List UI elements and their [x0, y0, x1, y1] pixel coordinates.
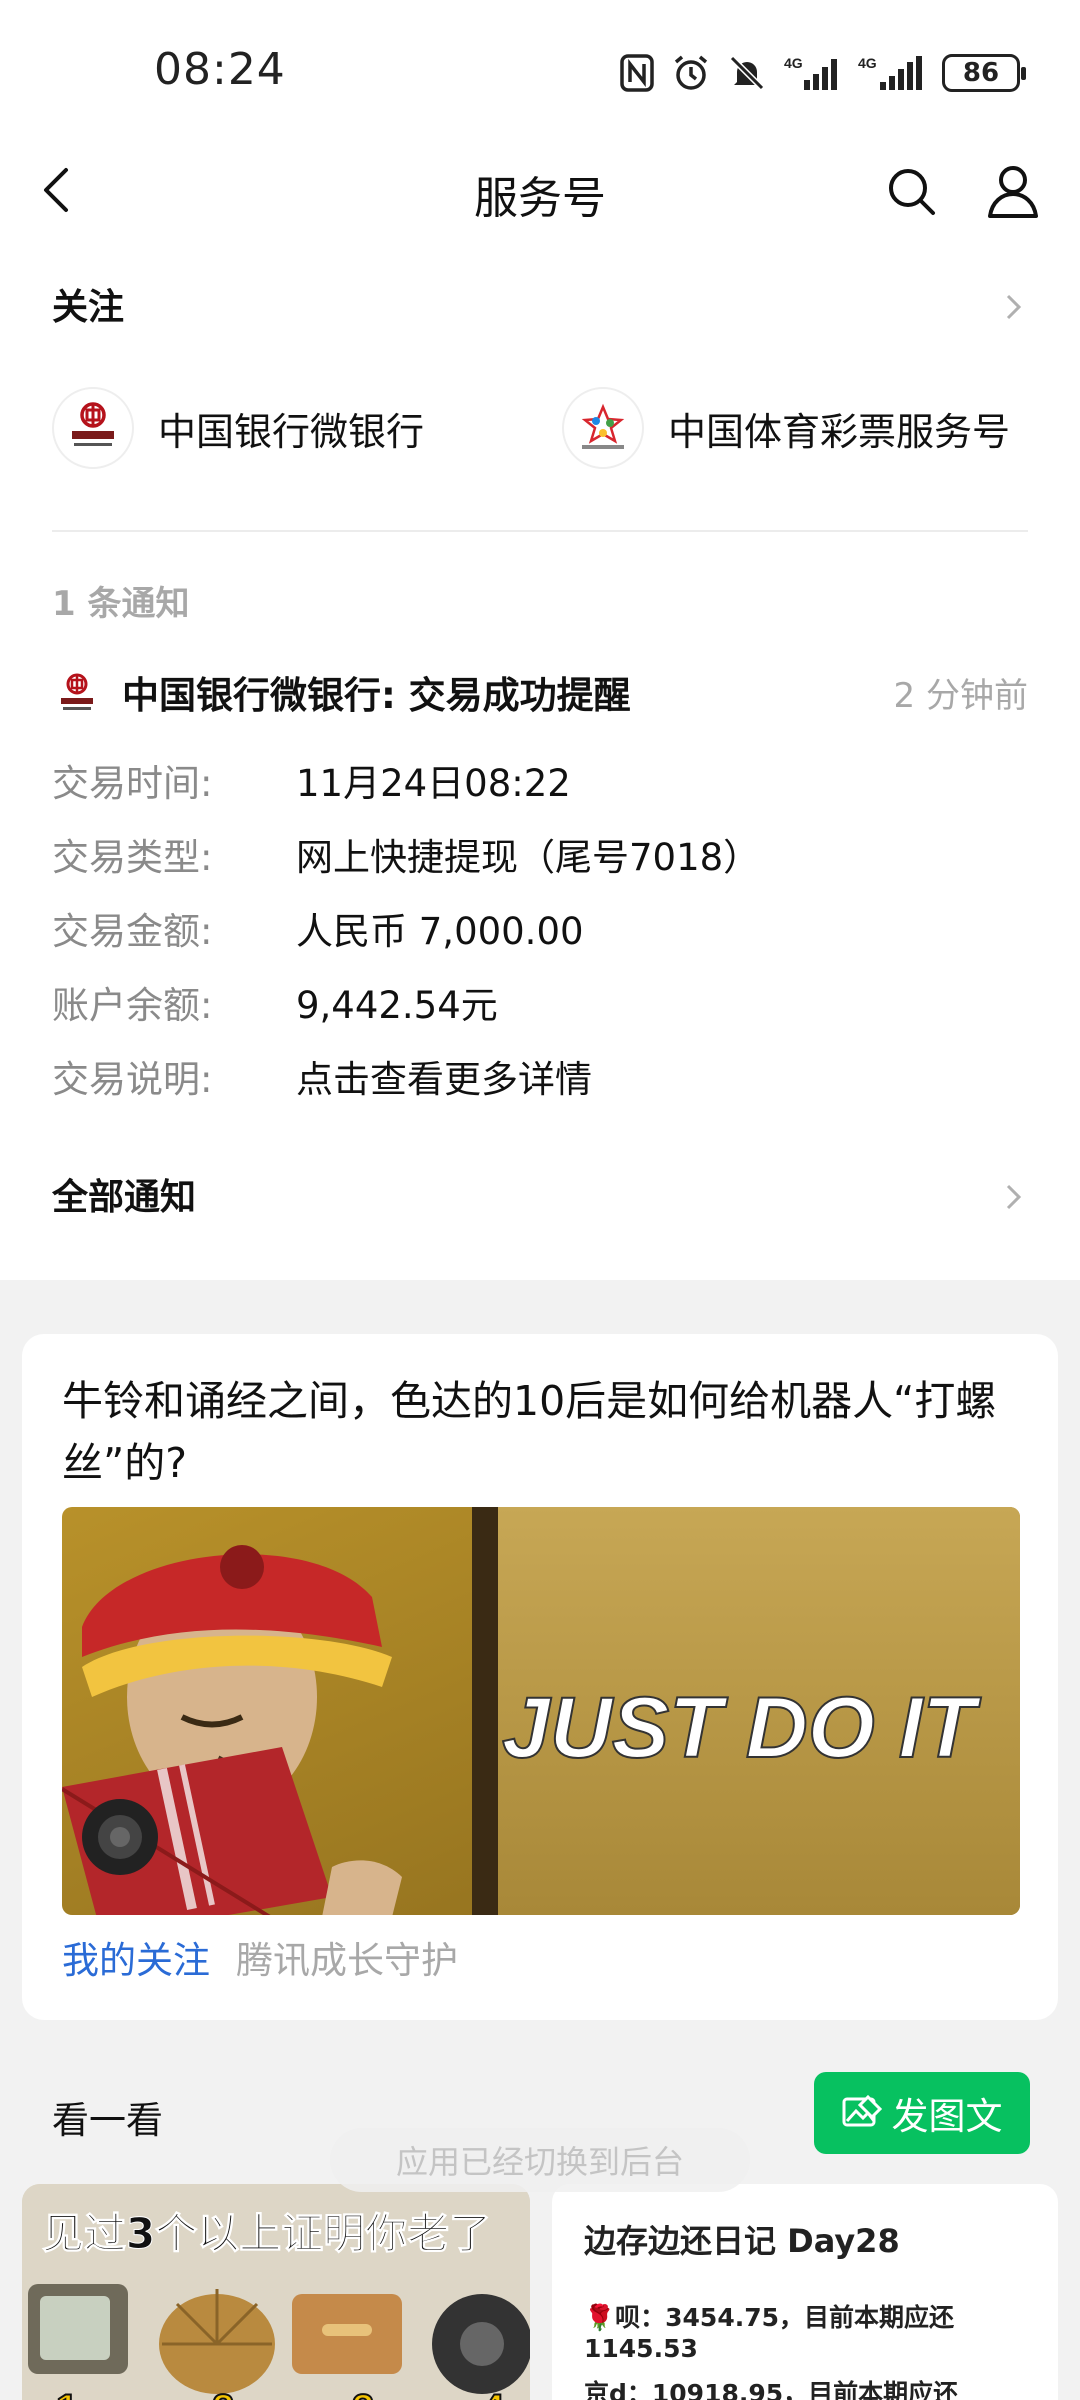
nav-bar: 服务号: [0, 140, 1080, 240]
image-post-icon: [842, 2095, 882, 2127]
status-bar: 08:24 4G 4G 86: [0, 0, 1080, 140]
field-label: 交易类型:: [52, 836, 213, 879]
diary-line: 1145.53: [584, 2334, 698, 2363]
alarm-icon: [674, 55, 708, 90]
my-follow-tag[interactable]: 我的关注: [62, 1930, 210, 1984]
status-time: 08:24: [154, 44, 286, 95]
post-button-label: 发图文: [891, 2095, 1003, 2138]
post-image-text-button[interactable]: 发图文: [814, 2072, 1030, 2154]
field-label: 账户余额:: [52, 984, 213, 1027]
thumb-number-3: 3: [352, 2387, 374, 2400]
diary-line: 🌹呗：3454.75，目前本期应还: [584, 2303, 954, 2332]
article-title[interactable]: 牛铃和诵经之间，色达的10后是如何给机器人“打螺丝”的?: [62, 1370, 1032, 1494]
article-image[interactable]: JUST DO IT: [62, 1507, 1020, 1915]
boc-logo-icon: [52, 667, 102, 717]
search-icon[interactable]: [884, 164, 938, 218]
divider: [52, 530, 1028, 532]
boc-logo-icon: [52, 387, 134, 469]
notice-title: 中国银行微银行: 交易成功提醒: [122, 674, 631, 717]
notice-field: 账户余额: 9,442.54元: [52, 972, 1028, 1032]
toast-message: 应用已经切换到后台: [330, 2128, 750, 2192]
diary-line: 京d：10918.95，目前本期应还: [584, 2379, 959, 2400]
lottery-logo-icon: [562, 387, 644, 469]
diary-title: 边存边还日记 Day28: [584, 2222, 900, 2260]
diary-card[interactable]: 边存边还日记 Day28 🌹呗：3454.75，目前本期应还 1145.53 京…: [552, 2184, 1058, 2400]
field-value: 11月24日08:22: [296, 762, 571, 805]
notice-header[interactable]: 中国银行微银行: 交易成功提醒 2 分钟前: [52, 662, 1028, 722]
look-heading: 看一看: [52, 2099, 163, 2142]
field-value: 人民币 7,000.00: [296, 910, 584, 953]
thumb-number-4: 4: [482, 2387, 505, 2400]
follow-heading[interactable]: 关注: [52, 278, 124, 330]
network-1-label: 4G: [784, 55, 803, 71]
article-image-text: JUST DO IT: [502, 1680, 982, 1776]
status-icons: 4G 4G 86: [620, 50, 1026, 96]
signal-4g-icon: 4G: [784, 55, 837, 90]
notice-field: 交易金额: 人民币 7,000.00: [52, 898, 1028, 958]
notice-field[interactable]: 交易说明: 点击查看更多详情: [52, 1046, 1028, 1106]
field-label: 交易金额:: [52, 910, 213, 953]
thumbnail-title: 见过3个以上证明你老了: [41, 2209, 492, 2259]
follow-account-lottery[interactable]: 中国体育彩票服务号: [562, 386, 1010, 470]
user-icon[interactable]: [984, 162, 1042, 220]
signal-4g-2-icon: 4G: [858, 55, 922, 90]
notice-field: 交易时间: 11月24日08:22: [52, 750, 1028, 810]
notice-time: 2 分钟前: [893, 675, 1028, 716]
article-card[interactable]: 牛铃和诵经之间，色达的10后是如何给机器人“打螺丝”的? JUST DO IT …: [22, 1334, 1058, 2020]
thumb-number-1: 1: [56, 2387, 78, 2400]
all-notifications-link[interactable]: 全部通知: [52, 1168, 196, 1220]
follow-account-name: 中国体育彩票服务号: [668, 409, 1011, 454]
follow-account-boc[interactable]: 中国银行微银行: [52, 386, 424, 470]
chevron-right-icon[interactable]: [998, 1182, 1028, 1212]
chevron-right-icon[interactable]: [998, 292, 1028, 322]
follow-account-name: 中国银行微银行: [158, 409, 425, 454]
video-thumbnail[interactable]: 1 2 3 4 见过3个以上证明你老了: [22, 2184, 530, 2400]
nfc-icon: [620, 54, 654, 92]
notice-count: 1 条通知: [52, 584, 190, 624]
network-2-label: 4G: [858, 55, 877, 71]
mute-bell-icon: [729, 55, 765, 91]
field-value: 9,442.54元: [296, 984, 498, 1027]
thumb-number-2: 2: [212, 2387, 234, 2400]
battery-indicator: 86: [942, 54, 1026, 92]
field-label: 交易时间:: [52, 762, 213, 805]
field-label: 交易说明:: [52, 1058, 213, 1101]
field-value: 网上快捷提现（尾号7018）: [296, 836, 761, 879]
field-value[interactable]: 点击查看更多详情: [296, 1049, 592, 1103]
article-source: 腾讯成长守护: [236, 1939, 458, 1982]
notice-field: 交易类型: 网上快捷提现（尾号7018）: [52, 824, 1028, 884]
